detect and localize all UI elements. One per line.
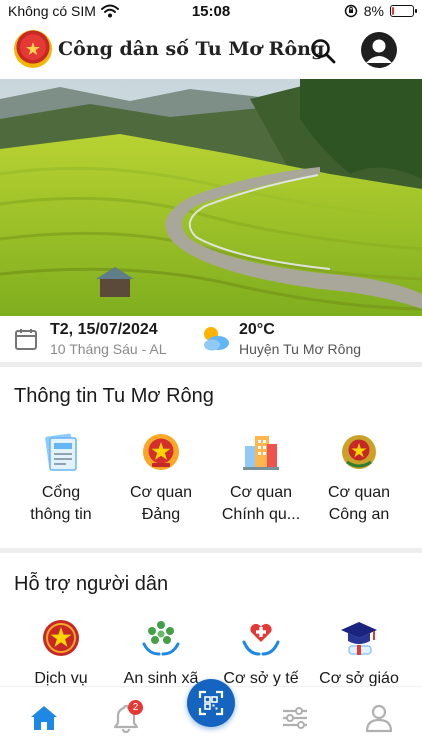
tile-portal[interactable]: Cổng thông tin <box>11 432 111 526</box>
account-button[interactable] <box>361 32 397 68</box>
notification-badge: 2 <box>128 700 143 715</box>
weather-location: Huyện Tu Mơ Rông <box>239 341 362 357</box>
tile-social-welfare[interactable]: An sinh xã <box>111 618 211 690</box>
qr-scan-icon <box>198 690 224 716</box>
orientation-lock-icon <box>344 4 358 18</box>
solar-date: T2, 15/07/2024 <box>50 321 158 338</box>
rice-terrace-image <box>0 79 422 316</box>
tile-label: Cơ quan Công an <box>327 484 391 523</box>
battery-fill <box>392 7 394 15</box>
newspaper-icon <box>45 433 77 471</box>
battery-icon <box>390 5 417 17</box>
tile-label: Cơ quan Đảng <box>129 484 193 523</box>
section-title-support: Hỗ trợ người dân <box>14 573 169 595</box>
status-bar: Không có SIM 15:08 8% <box>0 0 422 24</box>
tile-healthcare[interactable]: Cơ sở y tế <box>211 618 311 690</box>
sliders-icon[interactable] <box>279 703 311 733</box>
notifications-button[interactable]: 2 <box>110 700 143 734</box>
date-weather-row: T2, 15/07/2024 10 Tháng Sáu - AL 20°C Hu… <box>0 316 422 362</box>
account-icon <box>366 39 392 63</box>
temperature: 20°C <box>239 321 275 338</box>
lunar-date: 10 Tháng Sáu - AL <box>50 341 167 357</box>
section-divider <box>0 362 422 367</box>
profile-icon[interactable] <box>363 703 395 733</box>
police-emblem-icon <box>342 435 376 469</box>
app-screen: Không có SIM 15:08 8% ★ Công dân số Tu M… <box>0 0 422 750</box>
section-divider <box>0 548 422 553</box>
public-service-icon <box>43 620 79 656</box>
bottom-navigation: 2 <box>0 679 422 750</box>
tile-label: Cổng thông tin <box>30 484 92 523</box>
government-building-icon <box>243 436 279 470</box>
social-welfare-icon <box>142 621 180 656</box>
healthcare-icon <box>242 623 280 656</box>
national-emblem-icon: ★ <box>14 30 52 68</box>
tile-public-service[interactable]: Dịch vụ <box>11 618 111 690</box>
tile-government[interactable]: Cơ quan Chính qu... <box>211 432 311 526</box>
app-title: Công dân số Tu Mơ Rông <box>58 38 325 60</box>
battery-percent: 8% <box>363 3 384 19</box>
tile-label: Cơ quan Chính qu... <box>221 484 301 523</box>
section-title-info: Thông tin Tu Mơ Rông <box>14 385 214 407</box>
calendar-icon <box>15 329 37 350</box>
qr-scan-button[interactable] <box>187 679 235 727</box>
home-icon[interactable] <box>28 703 60 733</box>
landscape-banner <box>0 79 422 316</box>
partly-cloudy-icon <box>204 327 229 351</box>
tile-education[interactable]: Cơ sở giáo <box>309 618 409 690</box>
app-bar: ★ Công dân số Tu Mơ Rông <box>0 26 422 78</box>
tile-police[interactable]: Cơ quan Công an <box>309 432 409 526</box>
education-icon <box>341 622 377 655</box>
party-emblem-icon <box>143 434 179 470</box>
tile-party[interactable]: Cơ quan Đảng <box>111 432 211 526</box>
search-icon[interactable] <box>309 37 337 65</box>
status-right: 8% <box>344 3 417 19</box>
